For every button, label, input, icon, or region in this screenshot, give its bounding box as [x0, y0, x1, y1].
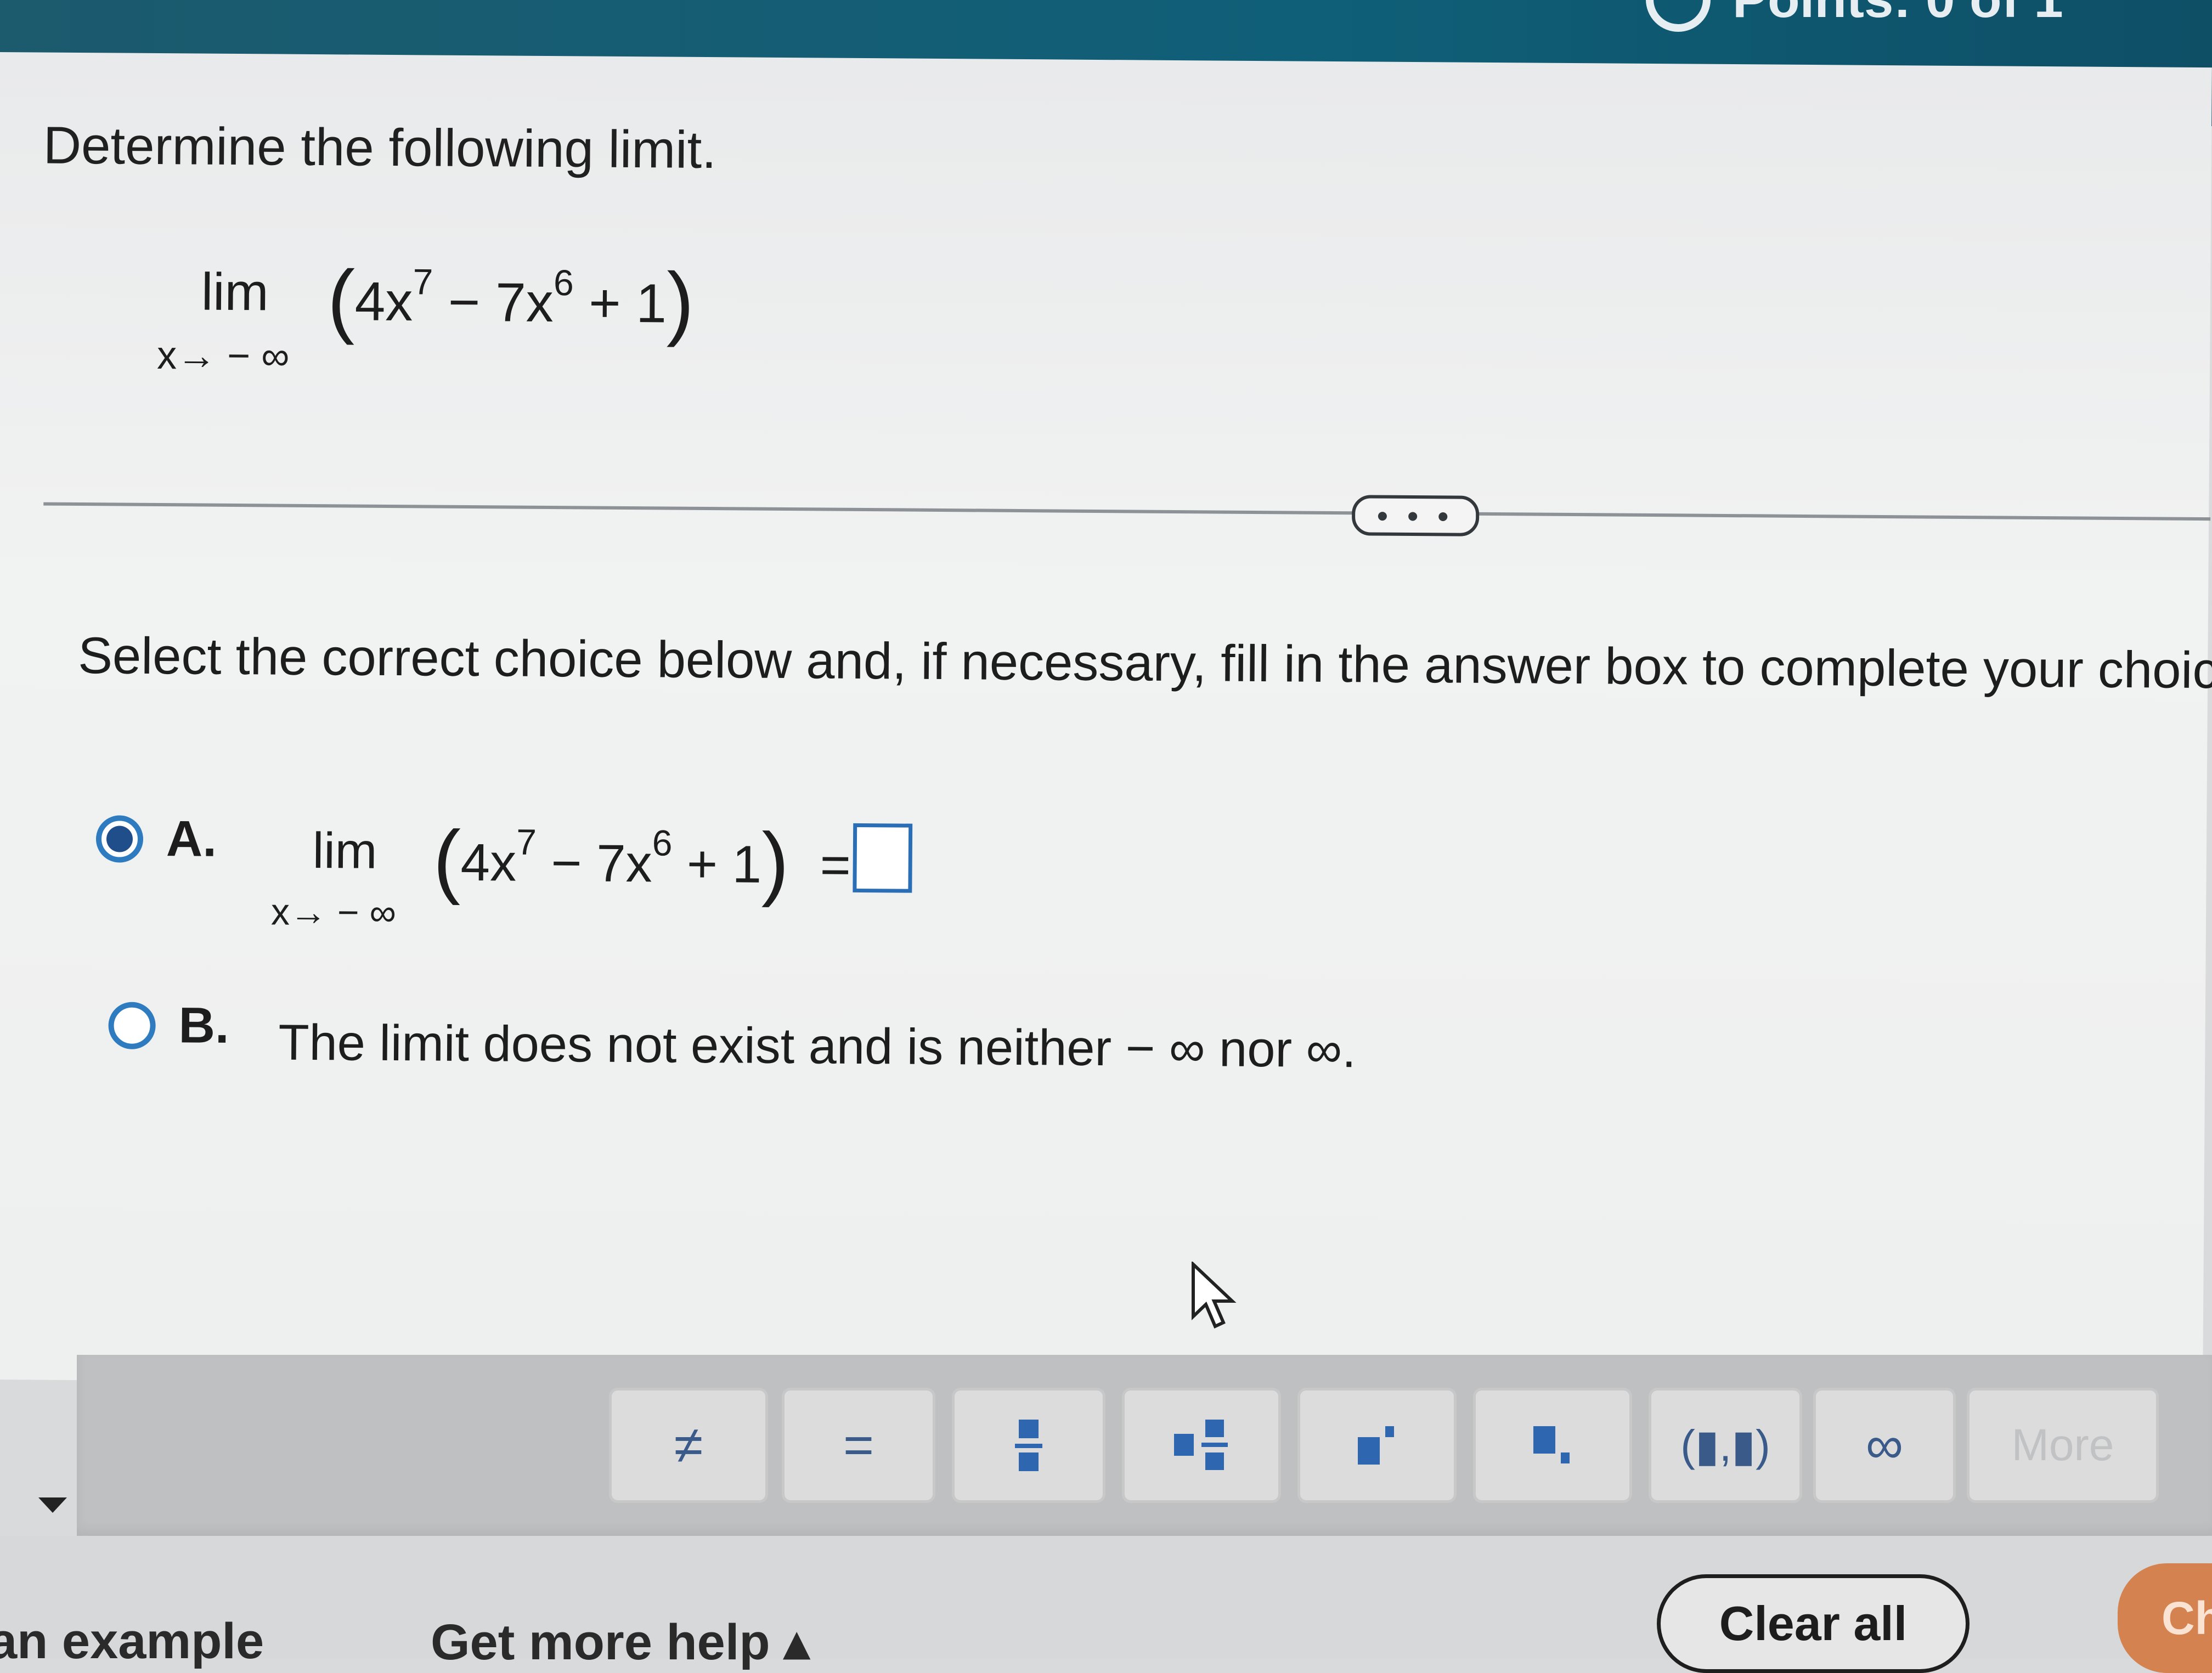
view-example-link[interactable]: an example — [0, 1613, 264, 1670]
lim-label: lim — [201, 262, 269, 322]
choice-a-lim-label: lim — [312, 823, 377, 879]
points-label: Points: 0 of 1 — [1733, 0, 2063, 30]
subscript-button[interactable] — [1473, 1388, 1632, 1503]
answer-input-box[interactable] — [853, 823, 913, 893]
equal-button[interactable]: = — [782, 1388, 935, 1503]
expand-more-button[interactable]: • • • — [1351, 495, 1480, 536]
progress-ring-icon — [1646, 0, 1711, 32]
choice-a-letter: A. — [166, 811, 217, 867]
fraction-button[interactable] — [952, 1388, 1105, 1503]
radio-selected-dot — [106, 825, 133, 852]
mouse-pointer-icon — [1192, 1262, 1237, 1329]
infinity-button[interactable]: ∞ — [1813, 1388, 1956, 1503]
choice-a[interactable]: A. — [95, 810, 217, 868]
choice-b-radio[interactable] — [108, 1001, 156, 1049]
question-panel: Determine the following limit. lim x→ − … — [0, 52, 2212, 1395]
mixed-number-icon — [1174, 1420, 1228, 1470]
choice-a-approach: x→ − ∞ — [270, 891, 397, 934]
fraction-icon — [1015, 1420, 1042, 1471]
choice-b-text: The limit does not exist and is neither … — [278, 1014, 1357, 1078]
get-more-help-link[interactable]: Get more help ▴ — [431, 1613, 809, 1671]
instruction-text: Select the correct choice below and, if … — [77, 626, 2212, 699]
choice-a-function: (4x7 − 7x6 + 1) = — [433, 813, 851, 908]
math-palette-toolbar: ≠ = (▮,▮) ∞ More — [77, 1355, 2212, 1536]
collapse-arrow-icon[interactable] — [38, 1497, 67, 1513]
section-divider — [43, 502, 2211, 521]
exponent-button[interactable] — [1297, 1388, 1457, 1503]
check-answer-button[interactable]: Ch — [2118, 1563, 2212, 1673]
interval-button[interactable]: (▮,▮) — [1649, 1388, 1802, 1503]
choice-b-letter: B. — [178, 997, 229, 1054]
more-symbols-button[interactable]: More — [1967, 1388, 2159, 1503]
choice-b[interactable]: B. — [108, 996, 229, 1055]
mixed-number-button[interactable] — [1122, 1388, 1281, 1503]
clear-all-button[interactable]: Clear all — [1657, 1574, 1970, 1673]
choice-a-radio[interactable] — [95, 815, 144, 863]
question-title: Determine the following limit. — [43, 116, 717, 180]
limit-approach: x→ − ∞ — [156, 334, 290, 378]
subscript-icon — [1533, 1426, 1570, 1463]
not-equal-button[interactable]: ≠ — [609, 1388, 768, 1503]
exponent-icon — [1358, 1426, 1394, 1465]
limit-function: (4x7 − 7x6 + 1) — [327, 253, 695, 348]
equals-sign: = — [820, 835, 851, 895]
points-indicator: Points: 0 of 1 — [1646, 0, 2063, 32]
